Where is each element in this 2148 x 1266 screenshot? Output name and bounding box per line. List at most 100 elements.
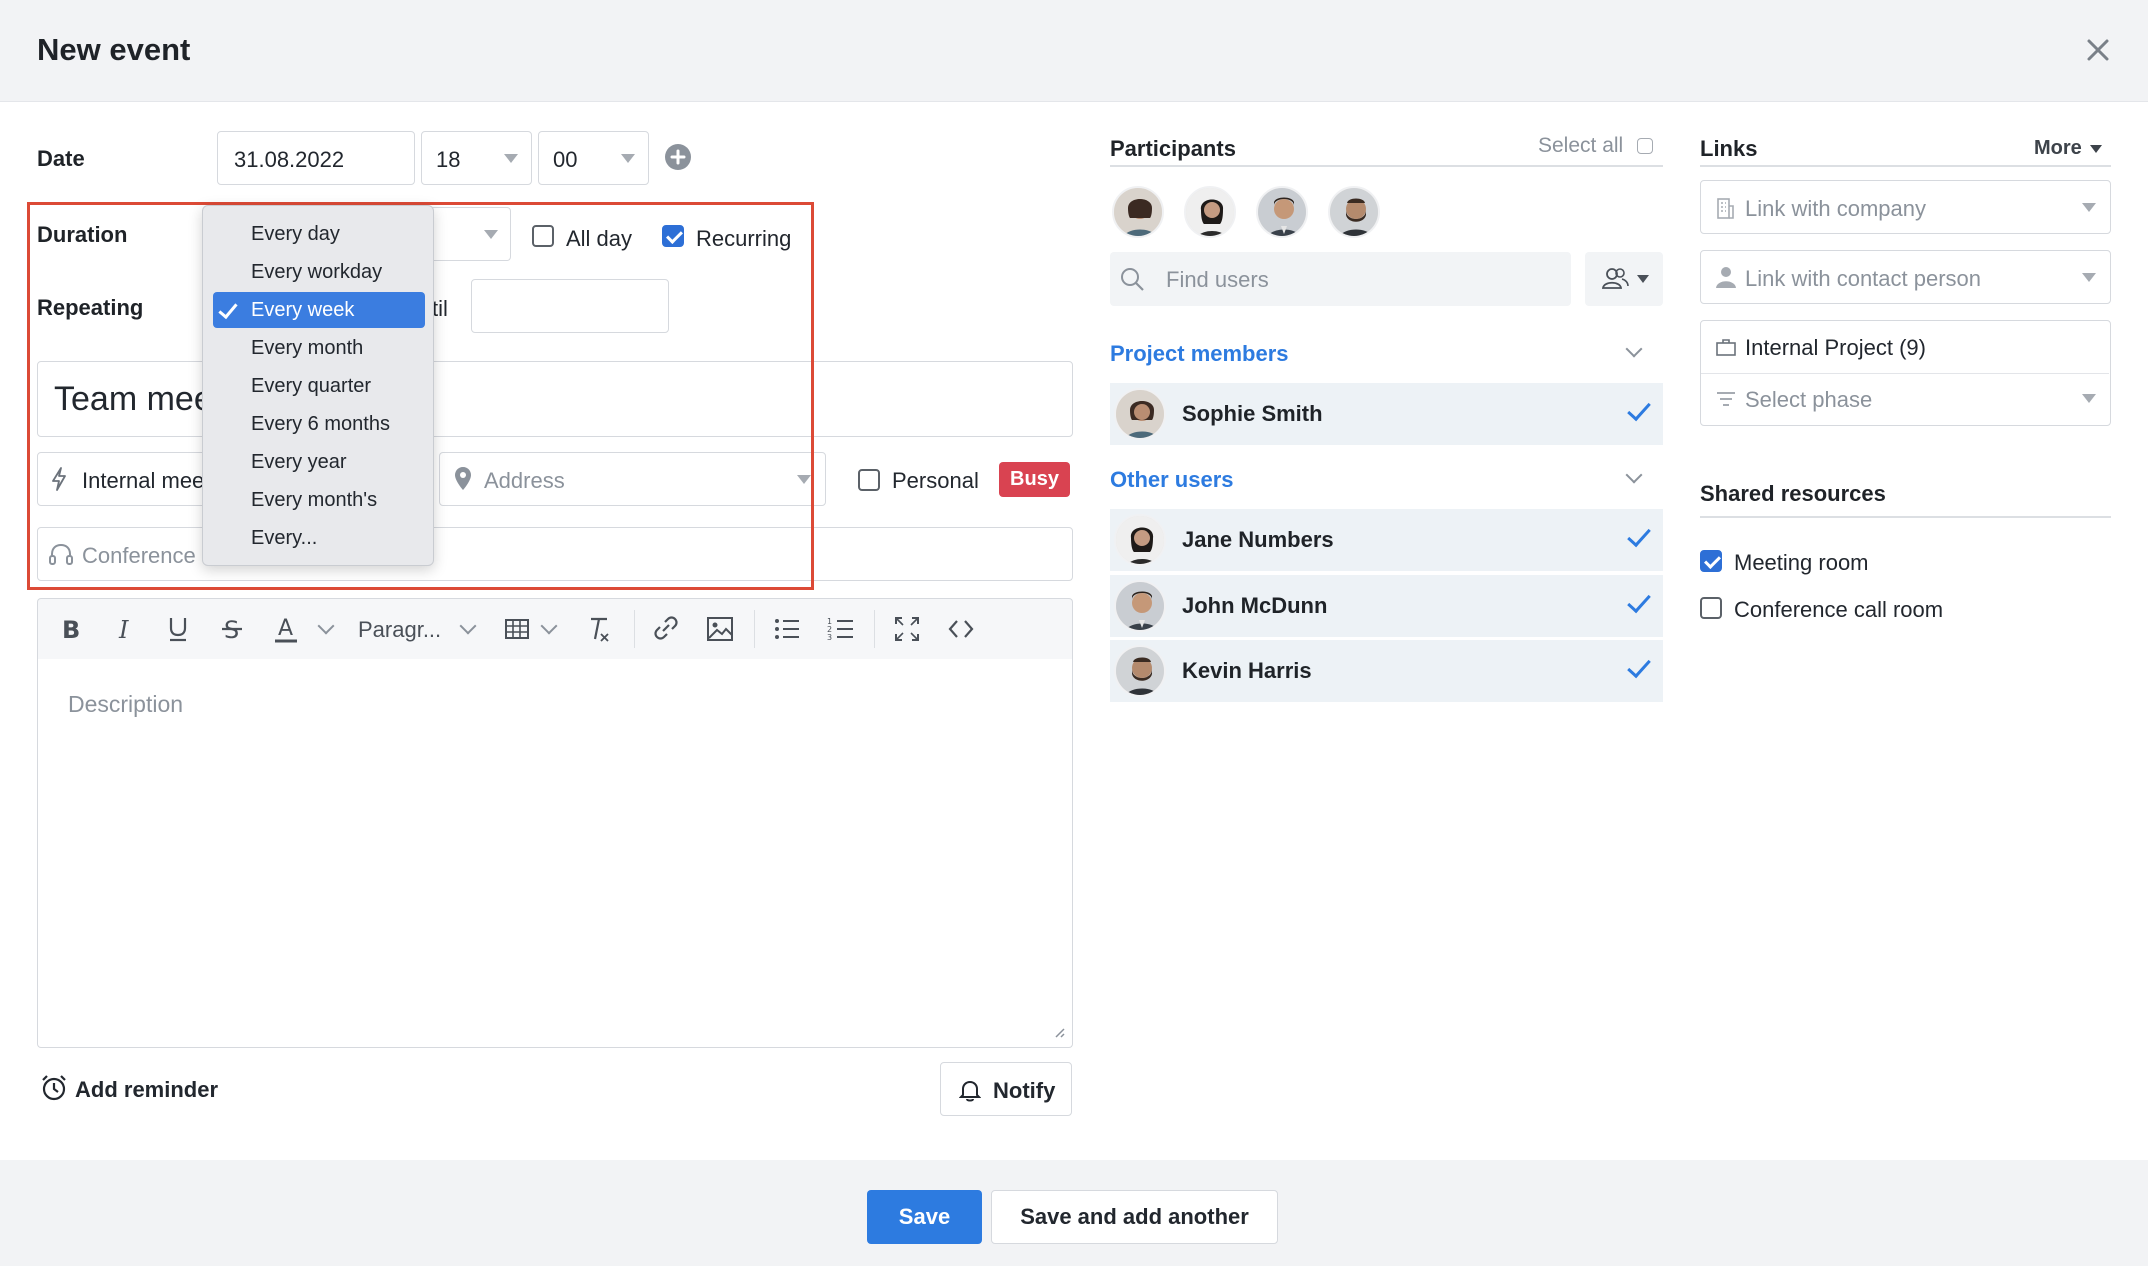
chevron-down-icon[interactable]: [2090, 145, 2102, 153]
repeat-option[interactable]: Every workday: [213, 254, 425, 290]
participants-title: Participants: [1110, 136, 1236, 161]
repeat-option[interactable]: Every month: [213, 330, 425, 366]
close-icon[interactable]: [2078, 30, 2118, 70]
person-icon: [1116, 582, 1164, 630]
repeat-dropdown-menu: Every day Every workday Every week Every…: [202, 205, 434, 566]
personal-label: Personal: [892, 468, 979, 493]
fullscreen-icon[interactable]: [893, 612, 921, 646]
svg-text:3: 3: [827, 633, 832, 642]
avatar: [1114, 514, 1166, 566]
strikethrough-icon[interactable]: S: [219, 612, 245, 646]
repeat-option-label: Every day: [251, 223, 340, 245]
person-icon: [1116, 516, 1164, 564]
repeat-option-label: Every year: [251, 451, 347, 473]
toolbar-divider: [754, 610, 755, 648]
conference-call-room-label: Conference call room: [1734, 597, 1944, 622]
links-title: Links: [1700, 136, 1758, 161]
add-reminder-button[interactable]: Add reminder: [75, 1077, 218, 1103]
repeat-option[interactable]: Every...: [213, 520, 425, 556]
save-button[interactable]: Save: [867, 1190, 982, 1244]
chevron-down-icon: [2082, 273, 2096, 282]
user-group-filter-button[interactable]: [1585, 252, 1663, 306]
field-divider: [1701, 373, 2109, 374]
clear-format-icon[interactable]: [586, 612, 612, 646]
repeat-option[interactable]: Every 6 months: [213, 406, 425, 442]
find-users-input[interactable]: Find users: [1110, 252, 1571, 306]
add-circle-icon[interactable]: [664, 143, 692, 171]
underline-icon[interactable]: [165, 612, 191, 646]
repeat-option-label: Every 6 months: [251, 413, 390, 435]
toolbar-divider: [634, 610, 635, 648]
more-menu[interactable]: More: [2034, 137, 2082, 160]
participant-row[interactable]: John McDunn: [1110, 575, 1663, 637]
meeting-room-checkbox[interactable]: [1700, 550, 1722, 572]
chevron-down-icon[interactable]: [1625, 466, 1643, 484]
description-editor[interactable]: Description: [37, 659, 1073, 1048]
repeat-option[interactable]: Every year: [213, 444, 425, 480]
select-phase-placeholder[interactable]: Select phase: [1745, 387, 1872, 413]
repeat-option[interactable]: Every month's: [213, 482, 425, 518]
select-all-link[interactable]: Select all: [1538, 134, 1623, 158]
avatar[interactable]: [1256, 186, 1308, 238]
table-icon[interactable]: [504, 612, 530, 646]
link-icon[interactable]: [652, 612, 680, 646]
busy-badge[interactable]: Busy: [999, 462, 1070, 497]
person-icon: [1716, 267, 1736, 288]
person-icon: [1116, 647, 1164, 695]
avatar[interactable]: [1112, 186, 1164, 238]
hour-select[interactable]: 18: [421, 131, 532, 185]
avatar: [1114, 388, 1166, 440]
hour-value: 18: [436, 147, 461, 172]
avatar: [1114, 645, 1166, 697]
italic-icon[interactable]: I: [112, 612, 138, 646]
avatar[interactable]: [1184, 186, 1236, 238]
alarm-clock-icon[interactable]: [40, 1074, 68, 1102]
participant-name: John McDunn: [1182, 593, 1328, 618]
link-contact-placeholder: Link with contact person: [1745, 266, 1982, 291]
notify-button[interactable]: Notify: [940, 1062, 1072, 1116]
repeat-option[interactable]: Every day: [213, 216, 425, 252]
chevron-down-icon: [2082, 203, 2096, 212]
participants-divider: [1110, 165, 1663, 167]
paragraph-select[interactable]: Paragr...: [358, 617, 441, 643]
link-company-select[interactable]: Link with company: [1700, 180, 2111, 234]
description-placeholder: Description: [68, 691, 184, 717]
bold-icon[interactable]: B: [58, 612, 84, 646]
participant-name: Sophie Smith: [1182, 401, 1323, 426]
minute-select[interactable]: 00: [538, 131, 649, 185]
personal-checkbox[interactable]: [858, 469, 880, 491]
links-divider: [1700, 165, 2111, 167]
avatar[interactable]: [1328, 186, 1380, 238]
phase-icon: [1717, 392, 1735, 406]
participant-row[interactable]: Sophie Smith: [1110, 383, 1663, 445]
code-icon[interactable]: [947, 612, 975, 646]
other-users-heading[interactable]: Other users: [1110, 467, 1234, 493]
numbered-list-icon[interactable]: 1 2 3: [827, 612, 855, 646]
save-and-add-another-button[interactable]: Save and add another: [991, 1190, 1278, 1244]
repeat-option[interactable]: Every quarter: [213, 368, 425, 404]
repeat-option-selected[interactable]: Every week: [213, 292, 425, 328]
bullet-list-icon[interactable]: [773, 612, 801, 646]
text-color-icon[interactable]: A: [272, 612, 300, 646]
image-icon[interactable]: [706, 612, 734, 646]
link-contact-select[interactable]: Link with contact person: [1700, 250, 2111, 304]
resize-handle-icon[interactable]: [1052, 1025, 1066, 1039]
link-company-placeholder: Link with company: [1745, 196, 1926, 221]
checkmark-icon: [1627, 522, 1651, 548]
conference-call-room-checkbox[interactable]: [1700, 597, 1722, 619]
project-members-heading[interactable]: Project members: [1110, 341, 1289, 367]
project-value[interactable]: Internal Project (9): [1745, 335, 1926, 361]
participant-row[interactable]: Jane Numbers: [1110, 509, 1663, 571]
person-icon: [1186, 188, 1234, 236]
toolbar-divider: [874, 610, 875, 648]
person-icon: [1116, 390, 1164, 438]
repeat-option-label: Every workday: [251, 261, 383, 283]
participant-row[interactable]: Kevin Harris: [1110, 640, 1663, 702]
person-icon: [1258, 188, 1306, 236]
select-all-checkbox[interactable]: [1637, 138, 1653, 154]
person-icon: [1330, 188, 1378, 236]
chevron-down-icon[interactable]: [1625, 340, 1643, 358]
shared-resources-title: Shared resources: [1700, 481, 1886, 506]
date-input[interactable]: 31.08.2022: [217, 131, 415, 185]
repeat-option-label: Every month's: [251, 489, 378, 511]
